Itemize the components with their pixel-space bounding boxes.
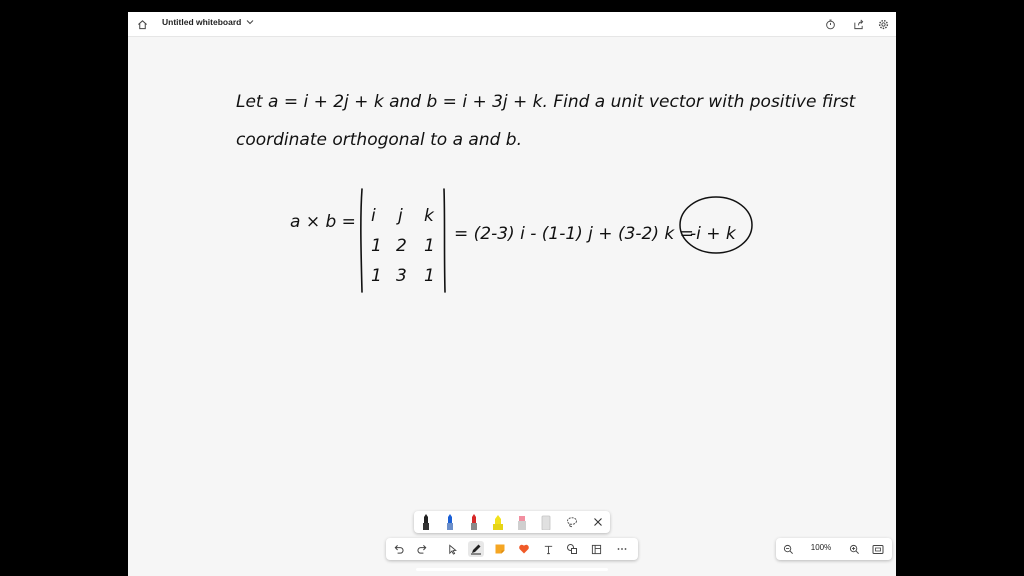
zoom-out-icon[interactable] bbox=[780, 541, 796, 557]
chevron-down-icon bbox=[246, 20, 254, 25]
det-cell: i bbox=[371, 206, 376, 226]
det-cell: 1 bbox=[371, 266, 382, 286]
det-cell: j bbox=[396, 206, 403, 226]
determinant-left-bar bbox=[360, 188, 363, 293]
det-cell: 3 bbox=[396, 266, 407, 286]
determinant-row-2: 1 2 1 bbox=[371, 236, 435, 256]
settings-gear-icon[interactable] bbox=[875, 16, 891, 32]
cross-product-expansion: = (2-3) i - (1-1) j + (3-2) k = bbox=[454, 224, 694, 244]
timer-icon[interactable] bbox=[822, 16, 838, 32]
zoom-in-icon[interactable] bbox=[846, 541, 862, 557]
select-pointer-icon[interactable] bbox=[444, 541, 460, 557]
fit-screen-icon[interactable] bbox=[870, 541, 886, 557]
home-indicator bbox=[416, 568, 608, 571]
problem-line-2: coordinate orthogonal to a and b. bbox=[236, 130, 522, 150]
more-options-icon[interactable] bbox=[614, 541, 630, 557]
det-cell: 2 bbox=[396, 236, 407, 256]
reaction-heart-icon[interactable] bbox=[516, 541, 532, 557]
pen-tray bbox=[414, 511, 610, 533]
zoom-level[interactable]: 100% bbox=[810, 543, 832, 552]
circled-result: -i + k bbox=[690, 224, 737, 244]
share-icon[interactable] bbox=[850, 16, 866, 32]
problem-line-1: Let a = i + 2j + k and b = i + 3j + k. F… bbox=[236, 92, 857, 112]
det-cell: 1 bbox=[371, 236, 382, 256]
home-icon[interactable] bbox=[134, 16, 150, 32]
handwriting-ink: Let a = i + 2j + k and b = i + 3j + k. F… bbox=[236, 92, 857, 293]
blue-pen-icon[interactable] bbox=[442, 514, 458, 530]
det-cell: 1 bbox=[424, 236, 435, 256]
determinant-right-bar bbox=[443, 188, 446, 293]
red-pen-icon[interactable] bbox=[466, 514, 482, 530]
shapes-icon[interactable] bbox=[564, 541, 580, 557]
undo-icon[interactable] bbox=[390, 541, 406, 557]
det-cell: k bbox=[424, 206, 435, 226]
board-title-label: Untitled whiteboard bbox=[162, 17, 242, 27]
close-icon[interactable] bbox=[590, 514, 606, 530]
yellow-highlighter-icon[interactable] bbox=[490, 514, 506, 530]
pen-tool-icon[interactable] bbox=[468, 541, 484, 557]
text-tool-icon[interactable] bbox=[540, 541, 556, 557]
lasso-icon[interactable] bbox=[564, 514, 580, 530]
determinant-row-1: i j k bbox=[371, 206, 435, 226]
pink-highlighter-icon[interactable] bbox=[514, 514, 530, 530]
whiteboard-canvas[interactable]: Let a = i + 2j + k and b = i + 3j + k. F… bbox=[128, 37, 896, 576]
template-icon[interactable] bbox=[588, 541, 604, 557]
determinant-row-3: 1 3 1 bbox=[371, 266, 435, 286]
black-pen-icon[interactable] bbox=[418, 514, 434, 530]
top-bar: Untitled whiteboard bbox=[128, 12, 896, 37]
board-title[interactable]: Untitled whiteboard bbox=[162, 17, 254, 27]
zoom-controls: 100% bbox=[776, 538, 892, 560]
eraser-icon[interactable] bbox=[538, 514, 554, 530]
det-cell: 1 bbox=[424, 266, 435, 286]
sticky-note-icon[interactable] bbox=[492, 541, 508, 557]
whiteboard-app: Untitled whiteboard Let a = i + 2j + k a… bbox=[128, 12, 896, 576]
redo-icon[interactable] bbox=[414, 541, 430, 557]
bottom-toolbar bbox=[386, 538, 638, 560]
cross-product-lhs: a × b = bbox=[290, 212, 356, 232]
